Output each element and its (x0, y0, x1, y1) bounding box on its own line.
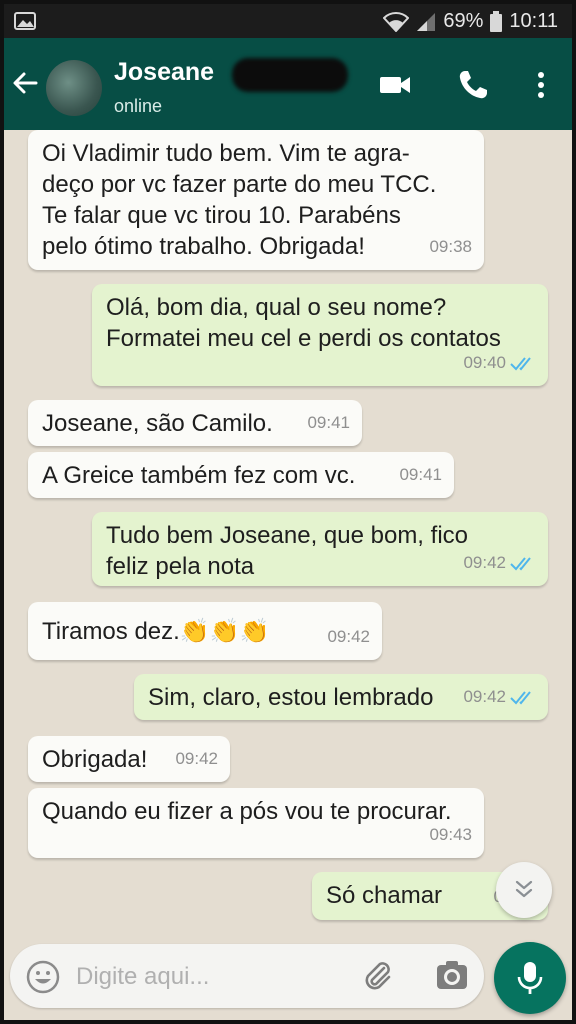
chat-header: Joseane online (4, 38, 572, 130)
contact-status: online (114, 96, 163, 116)
message-bubble[interactable]: A Greice também fez com vc. 09:41 (28, 452, 454, 498)
clock: 10:11 (509, 10, 558, 32)
message-bubble[interactable]: Obrigada! 09:42 (28, 736, 230, 782)
phone-icon[interactable] (456, 68, 490, 102)
message-bubble[interactable]: Joseane, são Camilo. 09:41 (28, 400, 362, 446)
message-bubble[interactable]: Olá, bom dia, qual o seu nome? Formatei … (92, 284, 548, 386)
message-text: Oi Vladimir tudo bem. Vim te agra- deço … (42, 140, 437, 260)
contact-name[interactable]: Joseane (114, 58, 214, 87)
message-time: 09:41 (399, 465, 442, 484)
message-text: Quando eu fizer a pós vou te procurar. (42, 798, 452, 825)
attach-icon[interactable] (360, 958, 396, 994)
double-chevron-down-icon (515, 880, 533, 898)
status-bar: 69% 10:11 (4, 4, 572, 38)
emoji-icon[interactable] (26, 960, 60, 994)
message-text: Joseane, são Camilo. (42, 410, 273, 437)
message-input[interactable] (74, 956, 348, 998)
read-ticks-icon (510, 356, 531, 370)
message-text: Tiramos dez.👏👏👏 (42, 618, 270, 645)
battery-percent: 69% (443, 10, 484, 32)
back-arrow-icon[interactable] (10, 68, 40, 98)
message-time: 09:42 (327, 627, 370, 646)
message-bubble[interactable]: Tiramos dez.👏👏👏 09:42 (28, 602, 382, 660)
message-time: 09:43 (429, 825, 472, 844)
message-time: 09:38 (429, 237, 472, 256)
app-frame: 69% 10:11 Joseane online Oi Vladimir tud… (4, 4, 572, 1020)
read-ticks-icon (510, 690, 531, 704)
wifi-icon (383, 11, 410, 32)
message-text: A Greice também fez com vc. (42, 462, 356, 489)
scroll-to-bottom-button[interactable] (496, 862, 552, 918)
message-bubble[interactable]: Quando eu fizer a pós vou te procurar. 0… (28, 788, 484, 858)
signal-icon (417, 12, 436, 31)
message-time: 09:41 (307, 413, 350, 432)
avatar[interactable] (46, 60, 102, 116)
video-call-icon[interactable] (378, 68, 412, 102)
more-vert-icon[interactable] (524, 68, 558, 102)
message-bubble[interactable]: Sim, claro, estou lembrado 09:42 (134, 674, 548, 720)
message-composer (10, 944, 484, 1008)
battery-icon (490, 10, 503, 32)
message-text: Olá, bom dia, qual o seu nome? Formatei … (106, 294, 501, 352)
image-icon (14, 12, 36, 30)
message-bubble[interactable]: Tudo bem Joseane, que bom, fico feliz pe… (92, 512, 548, 586)
mic-icon (517, 962, 543, 994)
message-time: 09:42 (175, 749, 218, 768)
message-time: 09:40 (463, 353, 506, 372)
read-ticks-icon (510, 556, 531, 570)
message-time: 09:42 (463, 687, 506, 706)
camera-icon[interactable] (434, 958, 470, 994)
message-time: 09:42 (463, 553, 506, 572)
message-list[interactable]: Oi Vladimir tudo bem. Vim te agra- deço … (4, 130, 572, 940)
redaction-mark (232, 58, 348, 92)
mic-button[interactable] (494, 942, 566, 1014)
message-bubble[interactable]: Oi Vladimir tudo bem. Vim te agra- deço … (28, 130, 484, 270)
